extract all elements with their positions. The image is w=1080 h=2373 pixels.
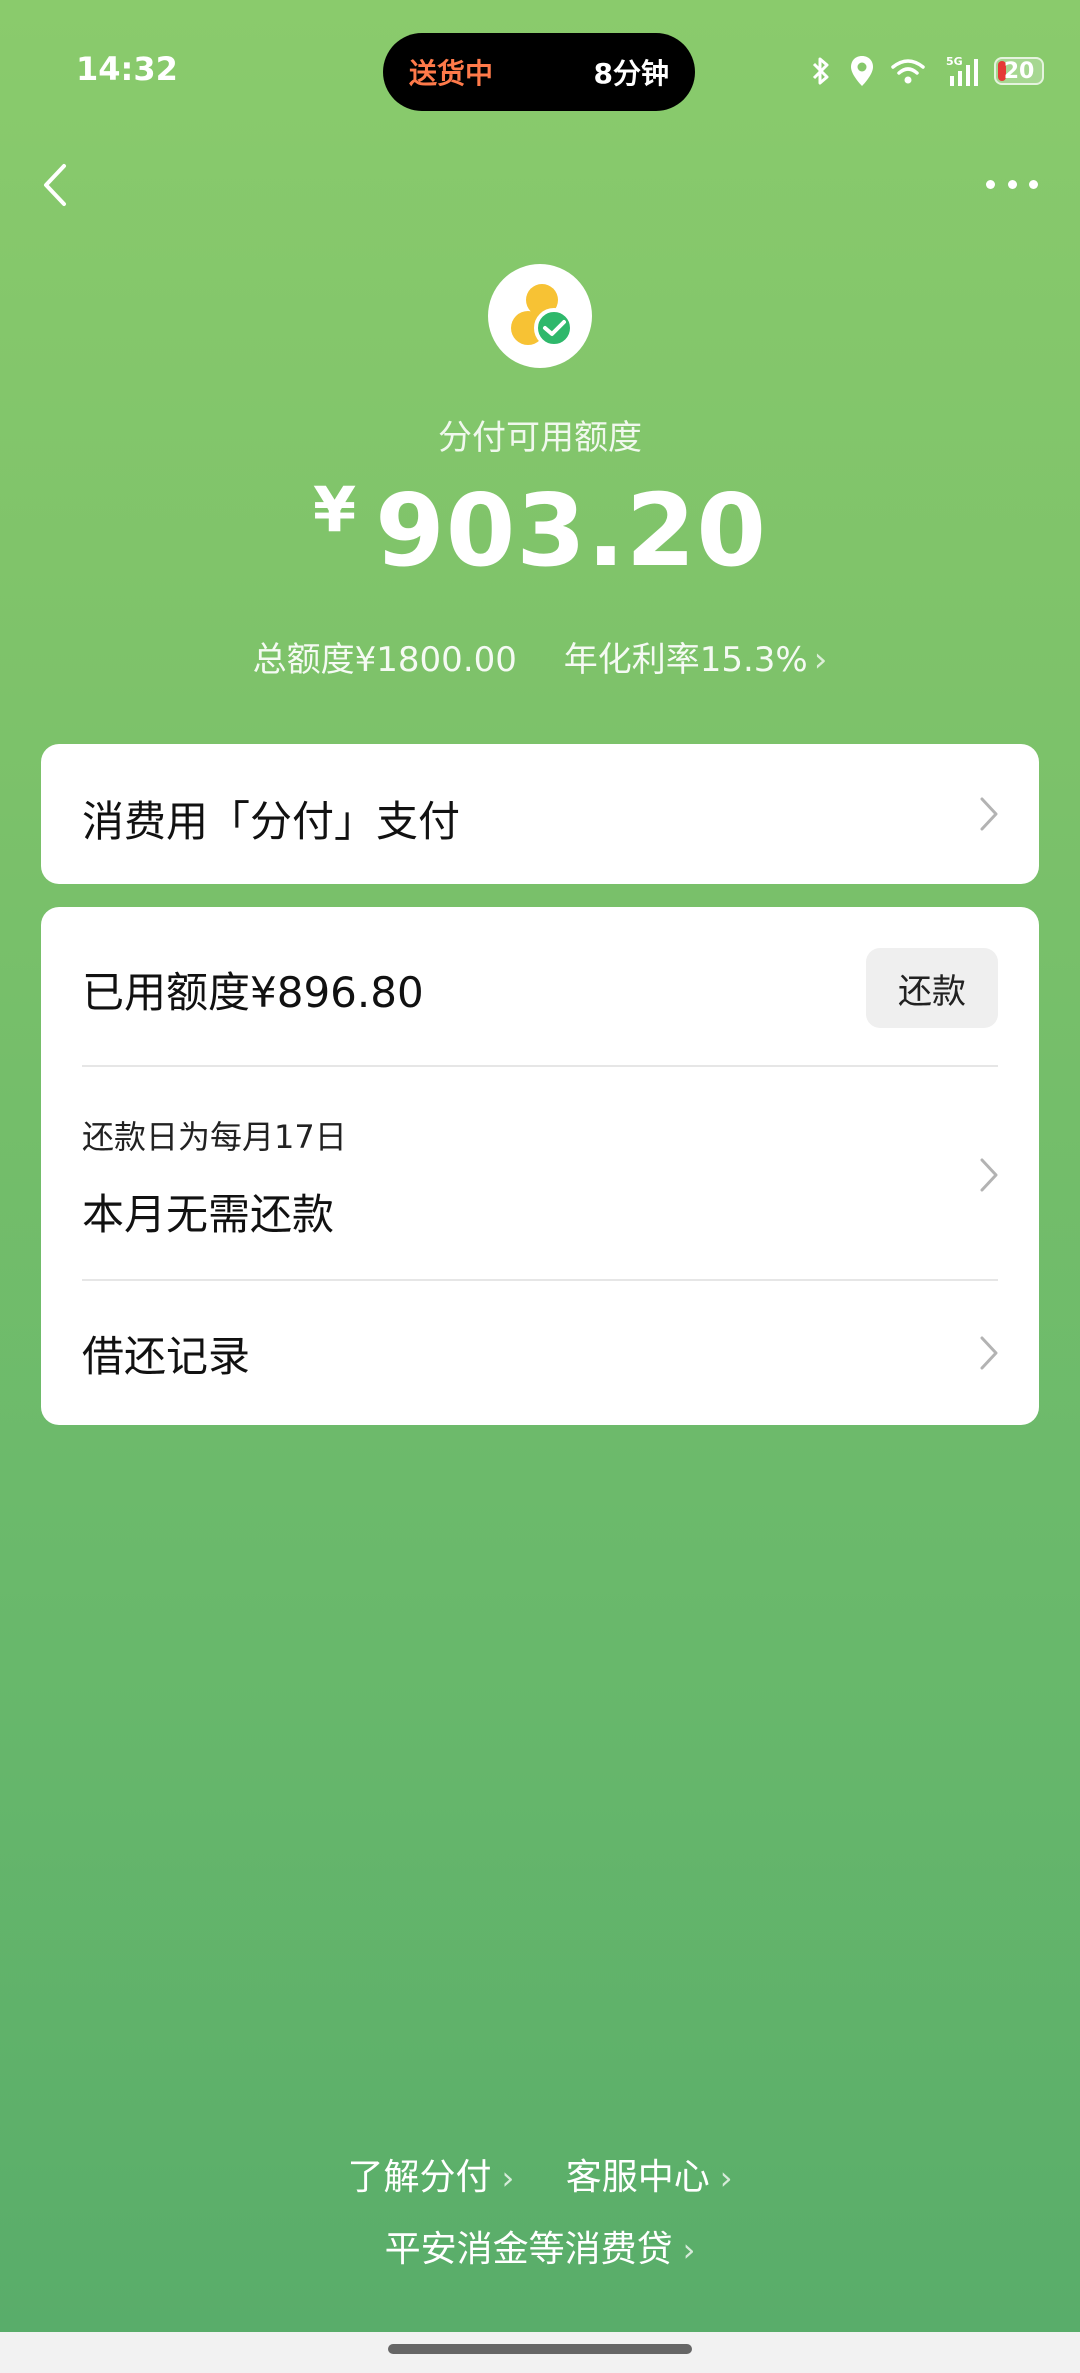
back-button[interactable] [36, 160, 76, 210]
consumer-loan-label: 平安消金等消费贷 [384, 2229, 673, 2270]
apr-text: 年化利率15.3% [563, 640, 808, 680]
chevron-right-icon [980, 797, 998, 831]
battery-level: 20 [1003, 58, 1035, 84]
chevron-right-icon [980, 1158, 998, 1192]
repay-status: 本月无需还款 [82, 1190, 335, 1239]
customer-service-label: 客服中心 [565, 2157, 710, 2198]
learn-fenfu-link[interactable]: 了解分付 › [347, 2157, 514, 2198]
apr-link[interactable]: 年化利率15.3% › [564, 640, 828, 680]
pay-with-fenfu-label: 消费用「分付」支付 [82, 797, 461, 846]
chevron-right-icon: › [682, 2231, 696, 2269]
learn-fenfu-label: 了解分付 [347, 2157, 492, 2198]
bluetooth-icon [812, 57, 829, 85]
location-icon [851, 56, 873, 86]
limit-meta: 总额度¥1800.00 年化利率15.3% › [0, 632, 1080, 681]
repay-schedule-row[interactable] [41, 1067, 1039, 1279]
island-eta: 8分钟 [593, 57, 669, 90]
island-status: 送货中 [409, 57, 494, 90]
status-bar: 14:32 送货中 8分钟 5G 20 [0, 0, 1080, 140]
amount-value: 903.20 [375, 472, 768, 589]
more-dot [1029, 179, 1038, 189]
more-dot [1007, 179, 1017, 189]
chevron-right-icon [980, 1336, 998, 1370]
total-limit: 总额度¥1800.00 [252, 640, 517, 680]
battery-icon: 20 [994, 57, 1044, 85]
svg-text:5G: 5G [946, 55, 963, 68]
chevron-right-icon: › [719, 2159, 733, 2197]
pay-with-fenfu-card[interactable]: 消费用「分付」支付 [41, 744, 1039, 884]
chevron-right-icon: › [501, 2159, 515, 2197]
dynamic-island[interactable]: 送货中 8分钟 [383, 33, 695, 111]
page: 14:32 送货中 8分钟 5G 20 分付可用额度 ¥ 903.20 总额度¥… [0, 0, 1080, 2373]
chevron-left-icon [44, 164, 66, 206]
used-limit-row: 已用额度¥896.80 还款 [82, 907, 998, 1067]
consumer-loan-link[interactable]: 平安消金等消费贷 › [0, 2220, 1080, 2272]
borrow-repay-records: 借还记录 [82, 1332, 251, 1381]
fenfu-logo [488, 264, 592, 368]
cellular-5g-icon: 5G [946, 55, 978, 86]
available-amount: ¥903.20 [0, 472, 1080, 589]
footer-links: 了解分付 › 客服中心 › [0, 2148, 1080, 2200]
wifi-icon [891, 59, 925, 84]
repay-button[interactable]: 还款 [866, 948, 998, 1028]
chevron-right-icon: › [813, 640, 828, 680]
repay-due-date: 还款日为每月17日 [82, 1118, 347, 1156]
more-dot [986, 179, 995, 189]
customer-service-link[interactable]: 客服中心 › [566, 2157, 733, 2198]
status-time: 14:32 [76, 50, 178, 88]
more-button[interactable] [986, 172, 1038, 196]
status-icons: 5G 20 [808, 54, 1044, 88]
used-limit: 已用额度¥896.80 [82, 968, 424, 1017]
available-limit-title: 分付可用额度 [438, 418, 642, 458]
home-indicator[interactable] [388, 2344, 692, 2354]
currency-symbol: ¥ [312, 473, 358, 546]
account-card: 已用额度¥896.80 还款 还款日为每月17日 本月无需还款 借还记录 [41, 907, 1039, 1425]
